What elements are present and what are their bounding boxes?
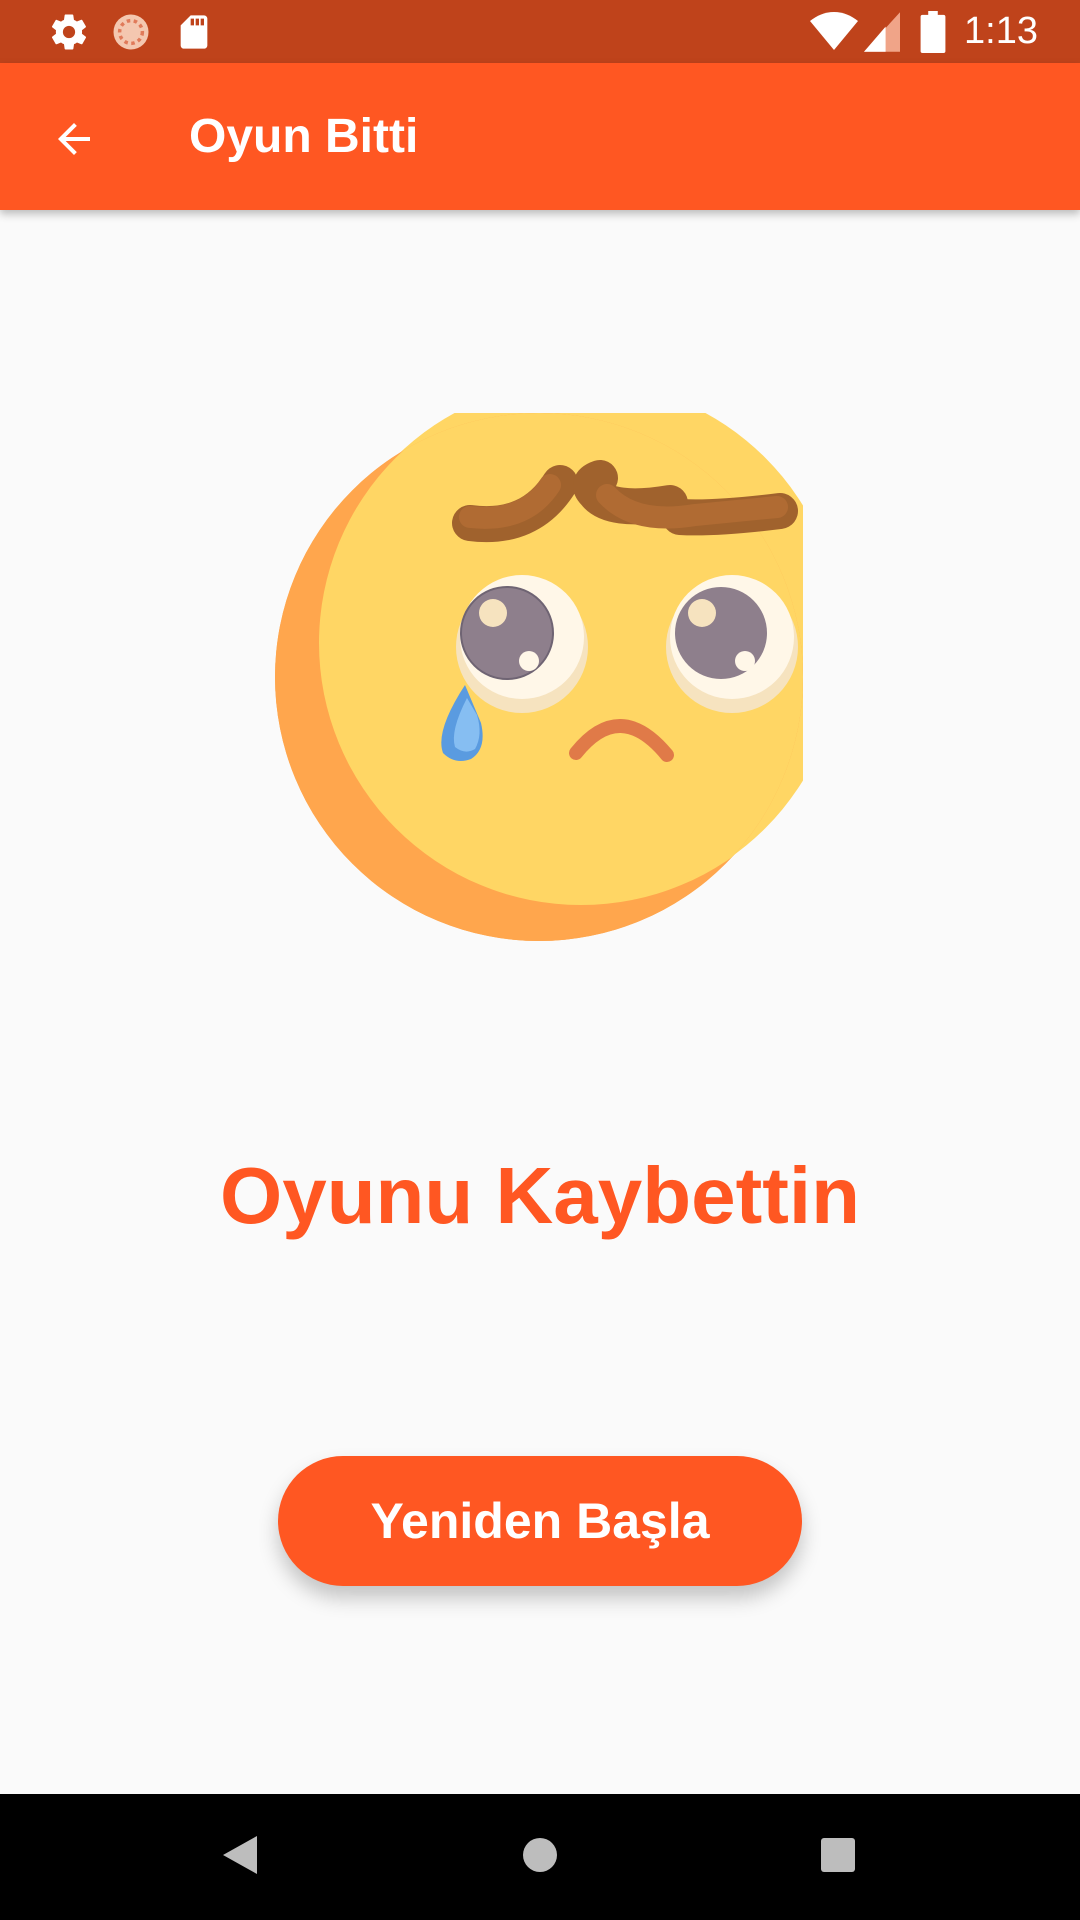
nav-back-button[interactable] — [180, 1794, 300, 1920]
nav-recents-button[interactable] — [778, 1794, 898, 1920]
signal-icon — [864, 0, 900, 63]
battery-icon — [920, 0, 946, 63]
gear-icon — [48, 0, 90, 63]
page-title: Oyun Bitti — [189, 110, 419, 163]
arrow-back-icon — [50, 115, 98, 168]
back-triangle-icon — [223, 1835, 257, 1879]
result-message: Oyunu Kaybettin — [219, 1151, 861, 1240]
sync-icon — [110, 0, 152, 63]
home-circle-icon — [522, 1837, 558, 1878]
sd-card-icon — [174, 0, 214, 63]
nav-home-button[interactable] — [480, 1794, 600, 1920]
status-bar: 1:13 — [0, 0, 1080, 63]
crying-face-emoji — [275, 381, 842, 941]
recents-square-icon — [821, 1837, 855, 1877]
navigation-bar — [0, 1794, 1080, 1920]
app-bar: Oyun Bitti — [0, 63, 1080, 210]
restart-button[interactable]: Yeniden Başla — [278, 1456, 802, 1586]
status-time: 1:13 — [964, 10, 1038, 52]
back-button[interactable] — [36, 103, 112, 179]
wifi-icon — [810, 0, 858, 63]
